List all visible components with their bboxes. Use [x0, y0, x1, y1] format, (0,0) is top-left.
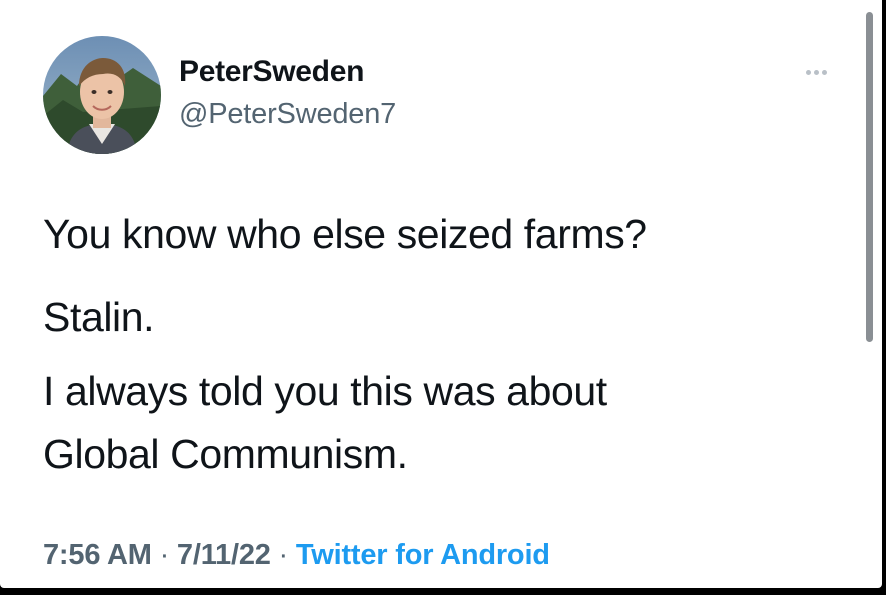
- meta-separator: ·: [278, 539, 289, 571]
- more-horizontal-icon: [805, 69, 811, 75]
- scrollbar-thumb[interactable]: [866, 12, 873, 342]
- more-horizontal-icon-dot: [821, 69, 827, 75]
- author-display-name[interactable]: PeterSweden: [179, 54, 364, 90]
- tweet-metadata: 7:56 AM · 7/11/22 · Twitter for Android: [43, 537, 550, 573]
- tweet-text-line: Global Communism.: [43, 431, 408, 477]
- tweet-date[interactable]: 7/11/22: [177, 539, 271, 571]
- tweet-source-link[interactable]: Twitter for Android: [296, 539, 550, 571]
- meta-separator: ·: [159, 539, 170, 571]
- tweet-text-line: Stalin.: [43, 294, 155, 340]
- tweet-card: PeterSweden @PeterSweden7 You know who e…: [0, 0, 882, 588]
- author-handle[interactable]: @PeterSweden7: [179, 96, 396, 132]
- tweet-text-line: You know who else seized farms?: [43, 211, 647, 257]
- more-options-button[interactable]: [796, 58, 836, 86]
- avatar[interactable]: [43, 36, 161, 154]
- more-horizontal-icon-dot: [813, 69, 819, 75]
- tweet-time[interactable]: 7:56 AM: [43, 539, 152, 571]
- avatar-photo: [43, 36, 161, 154]
- tweet-text-line: I always told you this was about: [43, 368, 607, 414]
